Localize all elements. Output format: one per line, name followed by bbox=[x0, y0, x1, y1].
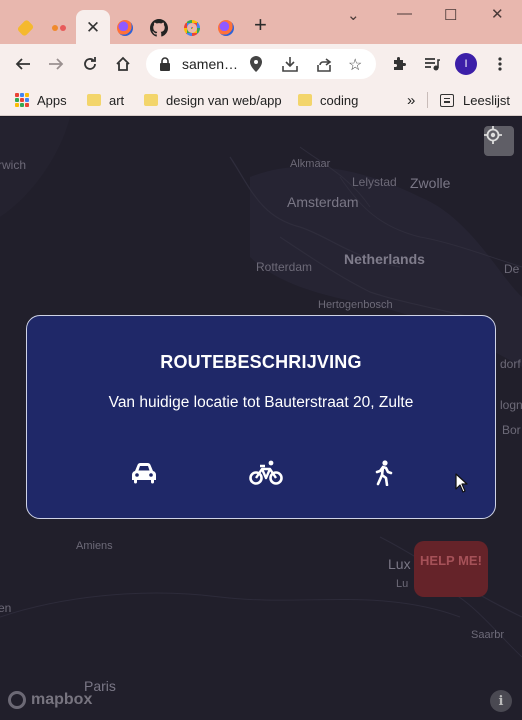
minimize-icon[interactable]: — bbox=[397, 6, 412, 21]
address-bar[interactable]: samen… ☆ bbox=[146, 49, 376, 79]
map-label-partial-dusseldorf: dorf bbox=[500, 357, 521, 371]
bicycle-icon bbox=[249, 460, 283, 485]
bookmark-label: Apps bbox=[37, 92, 67, 108]
route-mode-bike-button[interactable] bbox=[246, 456, 286, 490]
modal-subtitle: Van huidige locatie tot Bauterstraat 20,… bbox=[108, 394, 414, 411]
car-icon bbox=[132, 463, 156, 484]
close-tab-icon[interactable]: ✕ bbox=[86, 19, 100, 36]
browser-toolbar: samen… ☆ I bbox=[0, 44, 522, 84]
back-icon[interactable] bbox=[12, 53, 34, 75]
bookmark-label: coding bbox=[320, 92, 359, 108]
map-label-amsterdam: Amsterdam bbox=[287, 194, 359, 210]
map-label-zwolle: Zwolle bbox=[410, 175, 451, 191]
new-tab-icon[interactable]: + bbox=[254, 14, 267, 36]
bookmark-coding[interactable]: coding bbox=[298, 91, 358, 109]
google-favicon-icon bbox=[184, 20, 200, 36]
bookmark-apps[interactable]: Apps bbox=[15, 91, 67, 109]
firefox-favicon-icon bbox=[117, 20, 133, 36]
tab-1[interactable] bbox=[10, 12, 40, 44]
bookmark-star-icon[interactable]: ☆ bbox=[348, 55, 362, 75]
map-label-netherlands: Netherlands bbox=[344, 251, 425, 267]
lock-icon[interactable] bbox=[159, 57, 171, 76]
help-me-button[interactable]: HELP ME! bbox=[414, 541, 488, 597]
attribution-info-icon[interactable]: i bbox=[490, 690, 512, 712]
location-pin-icon[interactable] bbox=[250, 56, 262, 77]
mapbox-wordmark: mapbox bbox=[31, 691, 93, 708]
firefox-favicon-icon-2 bbox=[218, 20, 234, 36]
extensions-icon[interactable] bbox=[388, 53, 410, 75]
tab-4[interactable] bbox=[110, 12, 140, 44]
apps-grid-icon bbox=[15, 93, 29, 107]
menu-kebab-icon[interactable] bbox=[489, 53, 511, 75]
map-label-alkmaar: Alkmaar bbox=[290, 158, 331, 170]
route-mode-walk-button[interactable] bbox=[364, 456, 404, 490]
tab-search-icon[interactable]: ⌄ bbox=[347, 8, 360, 23]
folder-icon bbox=[144, 94, 158, 106]
map-label-hertogenbosch: Hertogenbosch bbox=[318, 299, 393, 311]
profile-avatar[interactable]: I bbox=[455, 53, 477, 75]
tab-active[interactable]: ✕ bbox=[76, 10, 110, 44]
dots-favicon-icon bbox=[52, 25, 66, 31]
reload-icon[interactable] bbox=[79, 53, 101, 75]
bookmarks-separator bbox=[427, 92, 428, 108]
bookmark-design[interactable]: design van web/app bbox=[144, 91, 282, 109]
home-icon[interactable] bbox=[112, 53, 134, 75]
reading-list-label: Leeslijst bbox=[463, 92, 510, 108]
bookmarks-overflow-button[interactable]: » bbox=[407, 91, 415, 109]
walking-icon bbox=[375, 460, 393, 486]
forward-icon[interactable] bbox=[45, 53, 67, 75]
map-label-luxembourg-city: Lu bbox=[396, 578, 409, 590]
mapbox-logo[interactable]: mapbox bbox=[8, 691, 92, 709]
tab-2[interactable] bbox=[44, 12, 74, 44]
modal-title: ROUTEBESCHRIJVING bbox=[160, 352, 362, 372]
tab-5[interactable] bbox=[144, 12, 174, 44]
github-icon bbox=[150, 19, 168, 37]
reading-list-button[interactable]: Leeslijst bbox=[440, 91, 510, 109]
tab-7[interactable] bbox=[211, 12, 241, 44]
map-label-partial-cologne: logn bbox=[500, 398, 522, 412]
map-label-partial-west: en bbox=[0, 601, 12, 615]
share-icon[interactable] bbox=[316, 56, 332, 77]
media-control-icon[interactable] bbox=[421, 53, 443, 75]
map-label-amiens: Amiens bbox=[76, 540, 113, 552]
crosshair-icon bbox=[484, 126, 502, 144]
mouse-cursor-icon bbox=[455, 473, 468, 493]
map-label-norwich: rwich bbox=[0, 158, 27, 172]
route-modal: ROUTEBESCHRIJVING Van huidige locatie to… bbox=[26, 315, 496, 519]
bookmark-art[interactable]: art bbox=[87, 91, 124, 109]
folder-icon bbox=[87, 94, 101, 106]
route-mode-car-button[interactable] bbox=[124, 456, 164, 490]
geolocate-button[interactable] bbox=[484, 126, 514, 156]
install-app-icon[interactable] bbox=[282, 56, 298, 77]
folder-icon bbox=[298, 94, 312, 106]
bookmark-label: design van web/app bbox=[166, 92, 282, 108]
map-label-lelystad: Lelystad bbox=[352, 175, 397, 189]
tab-strip: ✕ + ⌄ — ☐ ✕ bbox=[0, 0, 522, 44]
mapbox-mark-icon bbox=[8, 691, 26, 709]
close-window-icon[interactable]: ✕ bbox=[491, 7, 504, 22]
map-label-rotterdam: Rotterdam bbox=[256, 260, 313, 274]
bookmarks-bar: Apps art design van web/app coding » Lee… bbox=[0, 84, 522, 116]
bookmark-label: art bbox=[109, 92, 125, 108]
tab-6[interactable] bbox=[177, 12, 207, 44]
reading-list-icon bbox=[440, 93, 454, 107]
maximize-icon[interactable]: ☐ bbox=[444, 8, 457, 23]
map-label-saarbrucken: Saarbr bbox=[471, 629, 505, 641]
pen-favicon-icon bbox=[16, 19, 34, 37]
map-label-partial-east: De bbox=[504, 262, 520, 276]
map-label-luxembourg: Lux bbox=[388, 556, 411, 572]
map-label-partial-bonn: Bor bbox=[502, 423, 521, 437]
address-text[interactable]: samen… bbox=[182, 56, 238, 72]
